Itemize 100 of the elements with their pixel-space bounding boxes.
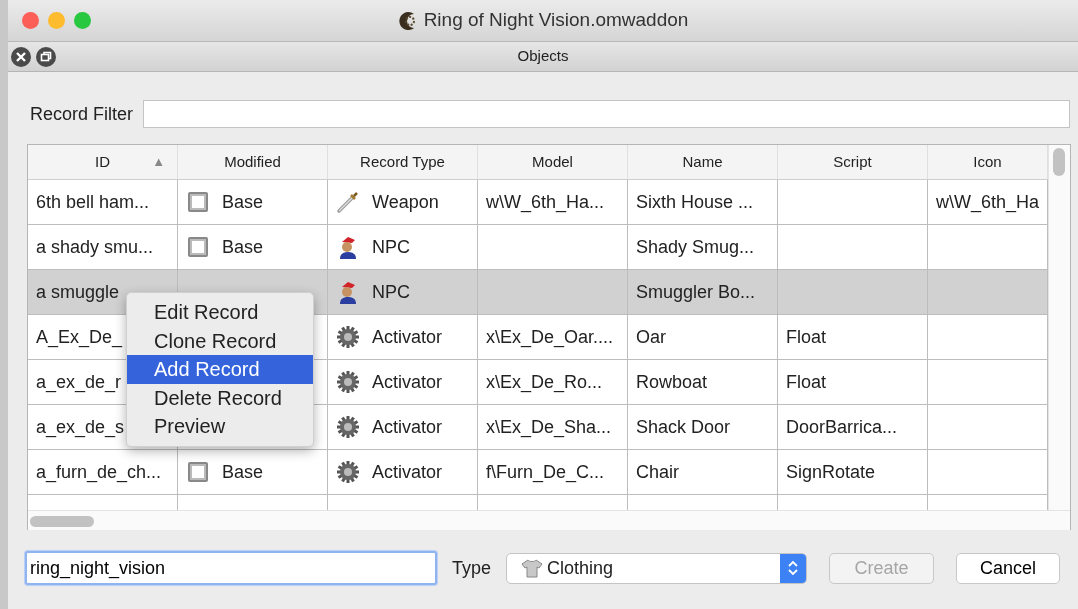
dialog-button[interactable]: Cancel	[956, 552, 1061, 584]
cell-text: NPC	[372, 280, 410, 304]
cell-text: a_ex_de_s	[36, 415, 125, 440]
cell-text: Rowboat	[636, 370, 708, 394]
table-cell[interactable]: x\Ex_De_Ro...	[478, 360, 628, 404]
cell-text: Shack Door	[636, 415, 731, 439]
table-cell[interactable]: 6th bell ham...	[28, 180, 178, 224]
checkbox-icon	[186, 190, 210, 214]
sort-indicator: ▲	[152, 153, 165, 172]
column-header[interactable]: Script	[778, 145, 928, 179]
type-label: Type	[452, 556, 492, 580]
cell-text: x\Ex_De_Oar....	[486, 325, 614, 350]
cell-text: Activator	[372, 325, 443, 349]
gear-icon	[336, 370, 360, 394]
table-cell[interactable]: Float	[778, 360, 928, 404]
minimize-button[interactable]	[48, 12, 65, 29]
table-cell[interactable]: Float	[778, 315, 928, 359]
table-cell[interactable]: Sixth House ...	[628, 180, 778, 224]
cell-text: Float	[786, 370, 827, 394]
table-cell[interactable]: Rowboat	[628, 360, 778, 404]
table-cell[interactable]: a_furn_de_ch...	[28, 450, 178, 494]
table-cell[interactable]: w\W_6th_Ha...	[478, 180, 628, 224]
cell-text: Chair	[636, 460, 679, 484]
column-header[interactable]: ID ▲	[28, 145, 178, 179]
cell-text: Base	[222, 235, 264, 259]
scrollbar-thumb[interactable]	[1053, 148, 1065, 176]
cell-text: DoorBarrica...	[786, 415, 898, 439]
table-cell[interactable]: Base	[178, 450, 328, 494]
table-cell[interactable]: Shack Door	[628, 405, 778, 449]
table-cell[interactable]: NPC	[328, 225, 478, 269]
table-cell[interactable]: Oar	[628, 315, 778, 359]
table-cell[interactable]: f\Furn_De_C...	[478, 450, 628, 494]
zoom-button[interactable]	[74, 12, 91, 29]
app-icon	[397, 10, 418, 31]
cell-text: Activator	[372, 370, 443, 394]
cell-text: Float	[786, 325, 827, 349]
cell-text: 6th bell ham...	[36, 190, 150, 214]
cell-text: Base	[222, 460, 264, 484]
cell-text: SignRotate	[786, 460, 876, 484]
table-cell[interactable]: Chair	[628, 450, 778, 494]
cell-text: f\Furn_De_C...	[486, 460, 605, 485]
table-cell[interactable]: Smuggler Bo...	[628, 270, 778, 314]
cell-text: w\W_6th_Ha	[936, 190, 1040, 215]
table-cell[interactable]: Base	[178, 225, 328, 269]
table-cell[interactable]: Weapon	[328, 180, 478, 224]
filter-field[interactable]	[143, 100, 1070, 128]
cell-text: Activator	[372, 415, 443, 439]
id-field[interactable]: ring_night_vision	[25, 551, 437, 585]
table-cell[interactable]: a shady smu...	[28, 225, 178, 269]
menu-item[interactable]: Clone Record	[127, 326, 313, 355]
table-cell[interactable]: Shady Smug...	[628, 225, 778, 269]
cell-text: a_furn_de_ch...	[36, 460, 162, 485]
cell-text: a smuggle	[36, 280, 120, 304]
column-header[interactable]: Modified	[178, 145, 328, 179]
table-cell[interactable]: Activator	[328, 360, 478, 404]
cell-text: a_ex_de_r	[36, 370, 122, 395]
cell-text: Activator	[372, 460, 443, 484]
cell-text: Oar	[636, 325, 666, 349]
cell-text: A_Ex_De_	[36, 325, 123, 350]
sword-icon	[336, 190, 360, 214]
column-header[interactable]: Record Type	[328, 145, 478, 179]
table-cell[interactable]: DoorBarrica...	[778, 405, 928, 449]
table-cell[interactable]	[778, 270, 928, 314]
filter-label: Record Filter	[30, 102, 134, 126]
cell-text: NPC	[372, 235, 410, 259]
checkbox-icon	[186, 460, 210, 484]
gear-icon	[336, 325, 360, 349]
table-cell[interactable]: x\Ex_De_Sha...	[478, 405, 628, 449]
panel-title: Objects	[517, 46, 569, 67]
menu-item[interactable]: Edit Record	[127, 298, 313, 327]
stepper-icon	[787, 559, 800, 577]
window-title: Ring of Night Vision.omwaddon	[423, 8, 689, 33]
table-cell[interactable]: SignRotate	[778, 450, 928, 494]
menu-item[interactable]: Preview	[127, 412, 313, 441]
cell-text: Smuggler Bo...	[636, 280, 756, 304]
table-cell[interactable]: x\Ex_De_Oar....	[478, 315, 628, 359]
cell-text: w\W_6th_Ha...	[486, 190, 605, 215]
column-header[interactable]: Name	[628, 145, 778, 179]
close-button[interactable]	[22, 12, 39, 29]
cell-text: Base	[222, 190, 264, 214]
table-cell[interactable]: Activator	[328, 450, 478, 494]
type-dropdown[interactable]: Clothing	[506, 552, 808, 584]
shirt-icon	[521, 558, 544, 578]
menu-item[interactable]: Delete Record	[127, 383, 313, 412]
table-cell[interactable]: Base	[178, 180, 328, 224]
cell-text: Shady Smug...	[636, 235, 755, 259]
gear-icon	[336, 415, 360, 439]
column-header[interactable]: Model	[478, 145, 628, 179]
cell-text: x\Ex_De_Ro...	[486, 370, 603, 395]
close-icon[interactable]	[10, 45, 32, 68]
scrollbar-thumb[interactable]	[30, 516, 94, 527]
table-cell[interactable]: Activator	[328, 405, 478, 449]
table-cell[interactable]	[928, 270, 1048, 314]
table-cell[interactable]	[478, 270, 628, 314]
menu-item[interactable]: Add Record	[127, 355, 313, 384]
table-cell[interactable]: NPC	[328, 270, 478, 314]
table-cell[interactable]: Activator	[328, 315, 478, 359]
cell-text: a shady smu...	[36, 235, 154, 259]
cell-text: Sixth House ...	[636, 190, 754, 214]
restore-icon[interactable]	[35, 45, 57, 68]
